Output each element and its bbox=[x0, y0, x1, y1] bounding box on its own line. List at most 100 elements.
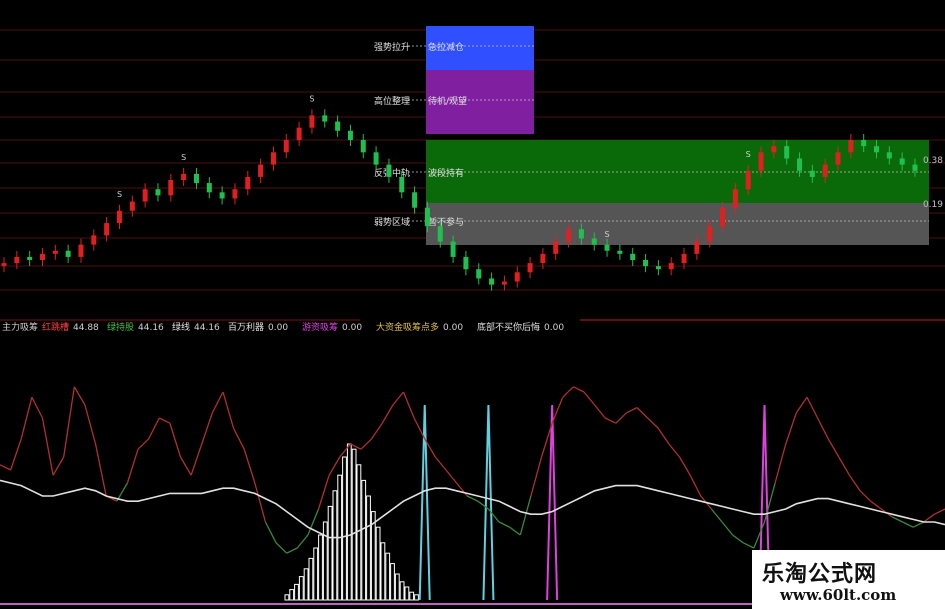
fast-line-segment bbox=[466, 495, 479, 502]
candle-body bbox=[270, 152, 276, 165]
fast-line-segment bbox=[689, 474, 702, 497]
volume-column bbox=[322, 521, 328, 601]
legend-value: 0.00 bbox=[544, 323, 564, 333]
volume-column bbox=[298, 576, 304, 601]
candle-body bbox=[347, 130, 353, 140]
legend-name: 绿线 bbox=[172, 321, 190, 333]
candle-body bbox=[104, 223, 110, 236]
volume-column bbox=[366, 495, 371, 601]
volume-column bbox=[375, 526, 381, 601]
fast-line-segment bbox=[657, 428, 670, 445]
volume-column bbox=[289, 589, 295, 601]
candle-body bbox=[591, 238, 597, 245]
candle-body bbox=[501, 281, 507, 285]
stock-chart: 强势拉升 急拉减仓高位整理 待机/观望反弹中轨 波段持有弱势区域 暂不参与 0.38 0.1… bbox=[0, 26, 945, 605]
fast-line-segment bbox=[710, 508, 723, 523]
candle-body bbox=[707, 226, 713, 242]
candle-body bbox=[578, 229, 584, 239]
candle-body bbox=[91, 235, 97, 245]
candle-body bbox=[861, 140, 867, 147]
fast-line-segment bbox=[615, 412, 627, 424]
candle-body bbox=[245, 176, 251, 190]
candle-body bbox=[450, 241, 456, 257]
candle-body bbox=[489, 278, 495, 285]
legend-value: 0.00 bbox=[443, 323, 463, 333]
legend-name: 主力吸筹 bbox=[2, 321, 38, 333]
fast-line-segment bbox=[678, 456, 691, 476]
candle-body bbox=[476, 269, 482, 279]
fast-line-segment bbox=[912, 521, 925, 528]
candle-body bbox=[668, 263, 674, 270]
candle-body bbox=[643, 260, 649, 267]
candle-body bbox=[835, 152, 841, 165]
candle-body bbox=[540, 253, 546, 264]
fast-line-segment bbox=[445, 469, 458, 484]
fast-line-segment bbox=[0, 464, 11, 471]
legend-value: 0.00 bbox=[342, 323, 362, 333]
candle-body bbox=[912, 164, 918, 171]
fast-line-segment bbox=[838, 456, 850, 476]
candle-body bbox=[553, 241, 559, 254]
candle-body bbox=[424, 207, 430, 227]
fast-line-segment bbox=[201, 412, 213, 445]
fast-line-segment bbox=[827, 438, 840, 458]
fast-line-segment bbox=[169, 423, 182, 458]
candle-body bbox=[309, 115, 315, 128]
fast-line-segment bbox=[891, 516, 903, 523]
right-axis-tick: 0.19 bbox=[923, 200, 943, 210]
chart-stage: 强势拉升 急拉减仓 高位整理 待机/观望 反弹中轨 波段持有 弱势区域 暂不参与 0.38 0.1… bbox=[0, 0, 945, 609]
candle-body bbox=[732, 189, 738, 208]
volume-column bbox=[385, 552, 391, 601]
fast-line-segment bbox=[52, 456, 65, 476]
candle-body bbox=[527, 263, 533, 273]
volume-column bbox=[380, 542, 386, 601]
candle-body bbox=[296, 127, 302, 140]
fast-line-segment bbox=[806, 396, 819, 419]
candle-body bbox=[155, 189, 161, 196]
sell-marker: S bbox=[309, 94, 314, 103]
volume-column bbox=[414, 594, 419, 601]
fast-line-segment bbox=[774, 443, 787, 484]
legend-value: 44.16 bbox=[138, 323, 164, 333]
fast-line-segment bbox=[317, 475, 330, 510]
zone-label-left: 弱势区域 bbox=[374, 216, 410, 228]
candle-body bbox=[784, 146, 790, 159]
zone-label-left: 强势拉升 bbox=[374, 41, 410, 53]
fast-line-segment bbox=[73, 386, 86, 406]
fast-line-segment bbox=[211, 391, 224, 414]
fast-line-segment bbox=[264, 521, 277, 544]
fast-line-segment bbox=[392, 391, 404, 406]
fast-line-segment bbox=[732, 534, 744, 544]
zone-label-left: 反弹中轨 bbox=[374, 167, 410, 179]
candle-body bbox=[27, 256, 33, 260]
fast-line-segment bbox=[668, 443, 681, 458]
fast-line-segment bbox=[126, 449, 139, 484]
volume-column bbox=[361, 479, 367, 601]
legend-value: 44.88 bbox=[73, 323, 99, 333]
legend-name: 百万利器 bbox=[228, 321, 264, 333]
zone-label-right: 波段持有 bbox=[428, 167, 464, 179]
fast-line-segment bbox=[934, 508, 945, 515]
candle-body bbox=[771, 146, 777, 153]
candle-body bbox=[116, 210, 122, 224]
candle-body bbox=[78, 244, 84, 257]
fast-line-segment bbox=[530, 456, 543, 497]
volume-column bbox=[342, 456, 347, 601]
fast-line-segment bbox=[902, 521, 914, 528]
fast-line-segment bbox=[583, 391, 596, 406]
candle-body bbox=[258, 164, 264, 177]
candle-body bbox=[617, 250, 623, 254]
fast-line-segment bbox=[328, 456, 341, 476]
candle-body bbox=[745, 170, 751, 190]
candle-body bbox=[874, 146, 880, 153]
candle-body bbox=[181, 173, 187, 180]
candle-body bbox=[14, 256, 20, 264]
candle-body bbox=[412, 192, 418, 208]
volume-column bbox=[394, 573, 400, 601]
candle-body bbox=[681, 253, 687, 264]
signal-spike bbox=[482, 404, 495, 601]
fast-line-segment bbox=[190, 443, 203, 476]
fast-line-segment bbox=[859, 490, 872, 502]
candle-body bbox=[797, 158, 803, 171]
candle-body bbox=[39, 253, 45, 260]
